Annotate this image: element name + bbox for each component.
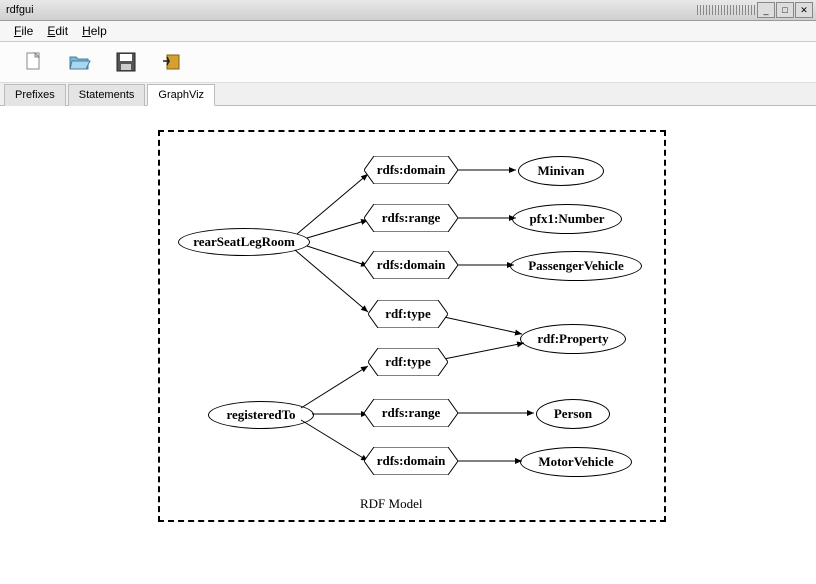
- run-icon[interactable]: [158, 50, 186, 74]
- menu-edit[interactable]: Edit: [47, 24, 68, 38]
- open-folder-icon[interactable]: [66, 50, 94, 74]
- tab-prefixes[interactable]: Prefixes: [4, 84, 66, 106]
- minimize-button[interactable]: _: [757, 2, 775, 18]
- graph-cluster-label: RDF Model: [360, 496, 422, 512]
- window-title: rdfgui: [3, 4, 697, 16]
- maximize-button[interactable]: □: [776, 2, 794, 18]
- node-person[interactable]: Person: [536, 399, 610, 429]
- node-motor-vehicle[interactable]: MotorVehicle: [520, 447, 632, 477]
- graph-canvas[interactable]: RDF Model rearSeatLegRoom registeredTo r…: [0, 106, 816, 566]
- node-passenger-vehicle[interactable]: PassengerVehicle: [510, 251, 642, 281]
- menu-file[interactable]: File: [14, 24, 33, 38]
- hex-rdfs-domain-2[interactable]: rdfs:domain: [364, 251, 458, 279]
- hex-rdf-type-2[interactable]: rdf:type: [368, 348, 448, 376]
- hex-rdfs-range-2[interactable]: rdfs:range: [364, 399, 458, 427]
- hex-rdfs-range-1[interactable]: rdfs:range: [364, 204, 458, 232]
- node-pfx1-number[interactable]: pfx1:Number: [512, 204, 622, 234]
- hex-rdf-type-1[interactable]: rdf:type: [368, 300, 448, 328]
- new-file-icon[interactable]: [20, 50, 48, 74]
- close-button[interactable]: ✕: [795, 2, 813, 18]
- hex-rdfs-domain-3[interactable]: rdfs:domain: [364, 447, 458, 475]
- hex-rdfs-domain-1[interactable]: rdfs:domain: [364, 156, 458, 184]
- window-titlebar[interactable]: rdfgui _ □ ✕: [0, 0, 816, 21]
- titlebar-grip: [697, 5, 757, 15]
- tab-graphviz[interactable]: GraphViz: [147, 84, 215, 106]
- menu-bar: File Edit Help: [0, 21, 816, 42]
- tab-bar: Prefixes Statements GraphViz: [0, 83, 816, 106]
- menu-help[interactable]: Help: [82, 24, 107, 38]
- node-rearseatlegroom[interactable]: rearSeatLegRoom: [178, 228, 310, 256]
- tab-statements[interactable]: Statements: [68, 84, 146, 106]
- node-registeredto[interactable]: registeredTo: [208, 401, 314, 429]
- node-minivan[interactable]: Minivan: [518, 156, 604, 186]
- toolbar: [0, 42, 816, 83]
- node-rdf-property[interactable]: rdf:Property: [520, 324, 626, 354]
- save-icon[interactable]: [112, 50, 140, 74]
